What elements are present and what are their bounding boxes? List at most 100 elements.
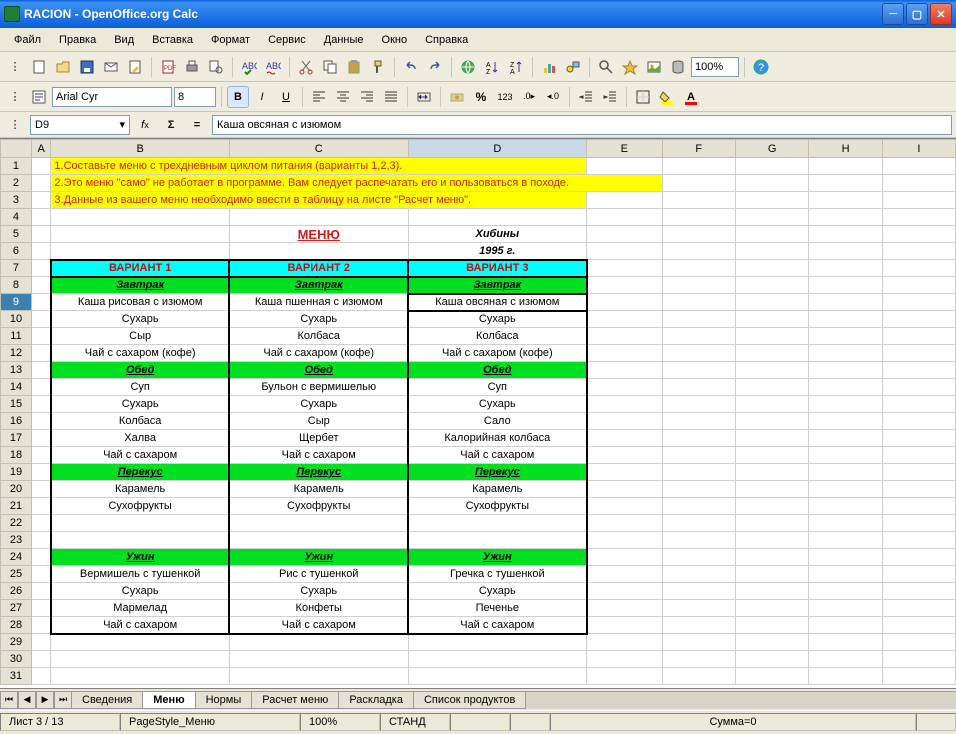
cell[interactable] bbox=[587, 294, 663, 311]
cell[interactable]: Сухарь bbox=[229, 396, 408, 413]
cell[interactable] bbox=[809, 379, 882, 396]
cell[interactable] bbox=[735, 192, 808, 209]
cell[interactable] bbox=[735, 447, 808, 464]
cell[interactable] bbox=[31, 413, 50, 430]
cell[interactable] bbox=[882, 175, 955, 192]
styles-button[interactable] bbox=[28, 86, 50, 108]
row-header[interactable]: 10 bbox=[1, 311, 32, 328]
cell[interactable]: Перекус bbox=[229, 464, 408, 481]
cell[interactable] bbox=[587, 379, 663, 396]
row-header[interactable]: 28 bbox=[1, 617, 32, 634]
cell[interactable] bbox=[229, 532, 408, 549]
col-header-B[interactable]: B bbox=[51, 140, 230, 158]
cell[interactable] bbox=[882, 226, 955, 243]
cell[interactable] bbox=[809, 277, 882, 294]
cell[interactable] bbox=[735, 243, 808, 260]
cell[interactable] bbox=[809, 413, 882, 430]
cell[interactable]: Конфеты bbox=[229, 600, 408, 617]
cell[interactable] bbox=[587, 617, 663, 634]
cell[interactable] bbox=[662, 226, 735, 243]
menu-data[interactable]: Данные bbox=[316, 32, 372, 48]
row-header[interactable]: 12 bbox=[1, 345, 32, 362]
cell[interactable]: Чай с сахаром bbox=[229, 617, 408, 634]
cell[interactable] bbox=[662, 345, 735, 362]
cell[interactable]: 1995 г. bbox=[408, 243, 587, 260]
cell[interactable] bbox=[809, 311, 882, 328]
auto-spellcheck-button[interactable]: ABC bbox=[262, 56, 284, 78]
row-header[interactable]: 25 bbox=[1, 566, 32, 583]
cell[interactable] bbox=[882, 498, 955, 515]
cell[interactable]: Сухарь bbox=[408, 583, 587, 600]
cell[interactable] bbox=[587, 430, 663, 447]
cell[interactable] bbox=[31, 617, 50, 634]
cell[interactable] bbox=[809, 260, 882, 277]
cell[interactable] bbox=[809, 209, 882, 226]
cell[interactable] bbox=[408, 668, 587, 685]
cell[interactable] bbox=[809, 651, 882, 668]
cell[interactable] bbox=[408, 209, 587, 226]
function-wizard-button[interactable]: fx bbox=[134, 114, 156, 136]
cell[interactable]: Бульон с вермишелью bbox=[229, 379, 408, 396]
cell[interactable] bbox=[587, 345, 663, 362]
edit-doc-button[interactable] bbox=[124, 56, 146, 78]
cell[interactable] bbox=[882, 158, 955, 175]
cell[interactable] bbox=[809, 515, 882, 532]
cell[interactable] bbox=[587, 600, 663, 617]
cell[interactable] bbox=[408, 651, 587, 668]
font-name-combo[interactable] bbox=[52, 87, 172, 107]
cell[interactable]: Чай с сахаром (кофе) bbox=[408, 345, 587, 362]
cell[interactable] bbox=[735, 379, 808, 396]
cell[interactable] bbox=[735, 498, 808, 515]
cell[interactable] bbox=[31, 277, 50, 294]
cell[interactable]: Завтрак bbox=[229, 277, 408, 294]
save-button[interactable] bbox=[76, 56, 98, 78]
maximize-button[interactable]: ▢ bbox=[906, 3, 928, 25]
cell[interactable]: 2.Это меню "само" не работает в программ… bbox=[51, 175, 662, 192]
name-box[interactable]: D9▾ bbox=[30, 115, 130, 135]
cell[interactable] bbox=[31, 158, 50, 175]
tab-prev-button[interactable]: ◀ bbox=[18, 691, 36, 709]
cell[interactable] bbox=[809, 175, 882, 192]
minimize-button[interactable]: ─ bbox=[882, 3, 904, 25]
cell[interactable] bbox=[31, 583, 50, 600]
cell[interactable]: ВАРИАНТ 1 bbox=[51, 260, 230, 277]
row-header[interactable]: 9 bbox=[1, 294, 32, 311]
cell[interactable] bbox=[882, 617, 955, 634]
cell[interactable] bbox=[882, 379, 955, 396]
cell[interactable]: Гречка с тушенкой bbox=[408, 566, 587, 583]
cell[interactable] bbox=[809, 345, 882, 362]
cell[interactable] bbox=[882, 549, 955, 566]
cell[interactable]: Каша овсяная с изюмом bbox=[408, 294, 587, 311]
cell[interactable] bbox=[31, 260, 50, 277]
cell[interactable] bbox=[882, 430, 955, 447]
cell[interactable]: Перекус bbox=[51, 464, 230, 481]
cell[interactable] bbox=[735, 481, 808, 498]
borders-button[interactable] bbox=[632, 86, 654, 108]
cell[interactable]: Обед bbox=[229, 362, 408, 379]
cell[interactable] bbox=[587, 226, 663, 243]
col-header-H[interactable]: H bbox=[809, 140, 882, 158]
export-pdf-button[interactable]: PDF bbox=[157, 56, 179, 78]
cell[interactable]: Чай с сахаром (кофе) bbox=[229, 345, 408, 362]
cell[interactable] bbox=[662, 617, 735, 634]
menu-insert[interactable]: Вставка bbox=[144, 32, 201, 48]
standard-format-button[interactable]: 123 bbox=[494, 86, 516, 108]
cell[interactable]: Обед bbox=[51, 362, 230, 379]
cell[interactable] bbox=[882, 668, 955, 685]
cell[interactable]: Завтрак bbox=[51, 277, 230, 294]
cell[interactable] bbox=[31, 243, 50, 260]
cell[interactable] bbox=[735, 362, 808, 379]
cell[interactable] bbox=[51, 515, 230, 532]
function-button[interactable]: = bbox=[186, 114, 208, 136]
cell[interactable]: Сухарь bbox=[229, 311, 408, 328]
cell[interactable] bbox=[662, 515, 735, 532]
cell[interactable] bbox=[809, 600, 882, 617]
row-header[interactable]: 24 bbox=[1, 549, 32, 566]
cell[interactable] bbox=[662, 634, 735, 651]
find-button[interactable] bbox=[595, 56, 617, 78]
cell[interactable] bbox=[809, 532, 882, 549]
cell[interactable] bbox=[662, 175, 735, 192]
cell[interactable]: Карамель bbox=[408, 481, 587, 498]
menu-view[interactable]: Вид bbox=[106, 32, 142, 48]
paste-button[interactable] bbox=[343, 56, 365, 78]
